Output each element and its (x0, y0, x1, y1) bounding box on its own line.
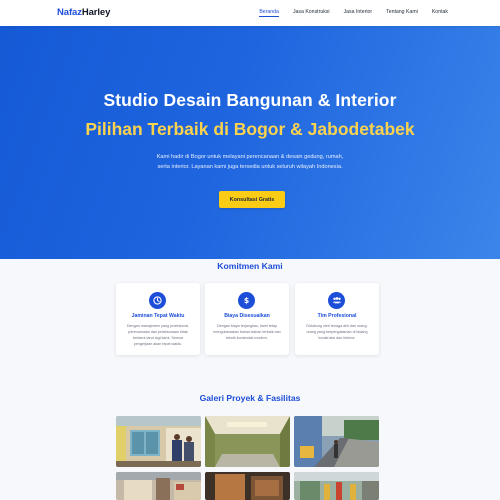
nav-link-tentang-kami[interactable]: Tentang Kami (386, 9, 418, 17)
consultation-button[interactable]: Konsultasi Gratis (219, 191, 285, 208)
card-title: Jaminan Tepat Waktu (131, 313, 185, 319)
card-text: Dengan manajemen yang profesional, peren… (126, 324, 190, 346)
gallery-image-2[interactable] (205, 416, 290, 467)
gallery-title: Galeri Proyek & Fasilitas (199, 393, 301, 403)
commitment-card-team: Tim Profesional Didukung oleh tenaga ahl… (295, 283, 379, 355)
commitment-card-on-time: Jaminan Tepat Waktu Dengan manajemen yan… (116, 283, 200, 355)
nav-link-kontak[interactable]: Kontak (432, 9, 448, 17)
team-icon (328, 292, 345, 309)
hero-title: Studio Desain Bangunan & Interior (103, 90, 397, 110)
gallery-image-4[interactable] (116, 472, 201, 500)
nav-link-beranda[interactable]: Beranda (259, 9, 279, 17)
commitment-card-cost: $ Biaya Disesuaikan Dengan biaya terjang… (205, 283, 289, 355)
hero-section: Studio Desain Bangunan & Interior Piliha… (0, 26, 500, 259)
nav-menu: Beranda Jasa Konstruksi Jasa Interior Te… (245, 9, 448, 17)
gallery-image-3[interactable] (294, 416, 379, 467)
gallery-image-6[interactable] (294, 472, 379, 500)
card-text: Dengan biaya terjangkau, kami tetap meng… (213, 324, 281, 340)
clock-icon (149, 292, 166, 309)
card-title: Tim Profesional (317, 313, 357, 319)
gallery-image-5[interactable] (205, 472, 290, 500)
dollar-icon: $ (238, 292, 255, 309)
nav-link-jasa-konstruksi[interactable]: Jasa Konstruksi (293, 9, 330, 17)
navbar: NafazHarley Beranda Jasa Konstruksi Jasa… (0, 0, 500, 26)
svg-text:$: $ (244, 296, 249, 305)
brand-logo[interactable]: NafazHarley (57, 7, 110, 18)
card-text: Didukung oleh tenaga ahli dan orang-oran… (306, 324, 368, 340)
brand-part2: Harley (81, 7, 111, 18)
nav-link-jasa-interior[interactable]: Jasa Interior (344, 9, 373, 17)
commitment-title: Komitmen Kami (217, 261, 283, 271)
hero-subtitle: Pilihan Terbaik di Bogor & Jabodetabek (85, 119, 415, 139)
brand-part1: Nafaz (57, 7, 82, 18)
card-title: Biaya Disesuaikan (224, 313, 270, 319)
gallery-image-1[interactable] (116, 416, 201, 467)
hero-description: Kami hadir di Bogor untuk melayani peren… (156, 154, 344, 170)
